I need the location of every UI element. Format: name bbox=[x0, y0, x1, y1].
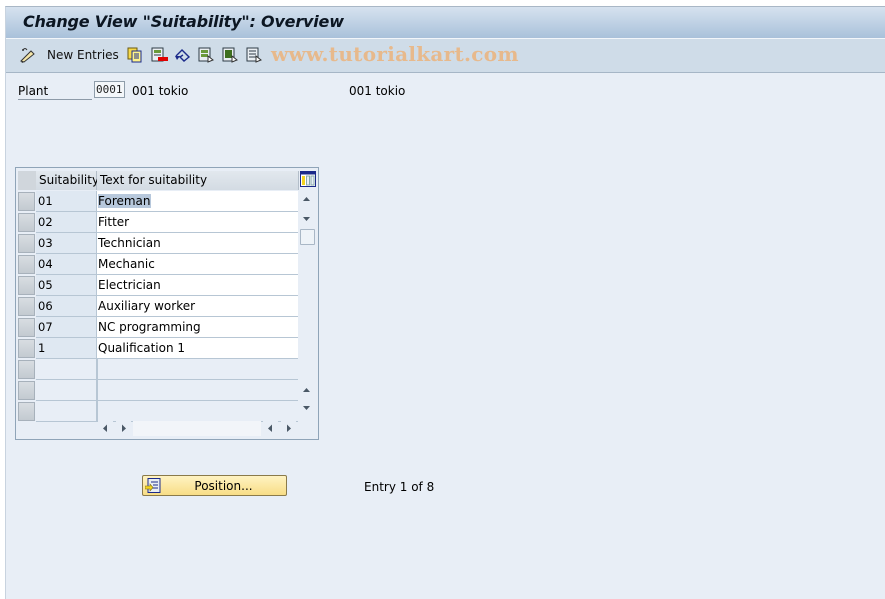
table-row[interactable]: 06 Auxiliary worker bbox=[18, 296, 298, 317]
scroll-down-button[interactable] bbox=[299, 210, 314, 227]
suitability-cell[interactable]: 04 bbox=[36, 254, 97, 275]
empty-table-row[interactable] bbox=[18, 380, 298, 401]
suitability-text-value: Qualification 1 bbox=[98, 341, 186, 355]
delete-icon[interactable] bbox=[151, 47, 169, 63]
new-entries-button[interactable]: New Entries bbox=[47, 48, 119, 62]
table-row[interactable]: 03 Technician bbox=[18, 233, 298, 254]
row-selector[interactable] bbox=[18, 381, 35, 400]
suitability-cell bbox=[36, 359, 97, 380]
row-selector[interactable] bbox=[18, 402, 35, 421]
page-up-button[interactable] bbox=[299, 381, 314, 398]
copy-as-icon[interactable] bbox=[127, 47, 143, 63]
row-selector[interactable] bbox=[18, 276, 35, 295]
suitability-value: 01 bbox=[38, 194, 53, 208]
table-row[interactable]: 05 Electrician bbox=[18, 275, 298, 296]
plant-label: Plant bbox=[18, 84, 92, 100]
suitability-cell[interactable]: 07 bbox=[36, 317, 97, 338]
suitability-text-cell[interactable]: Fitter bbox=[97, 212, 298, 233]
suitability-cell bbox=[36, 401, 97, 422]
suitability-text-cell bbox=[97, 359, 298, 380]
vertical-scrollbar-bottom bbox=[299, 381, 314, 419]
suitability-text-value: Fitter bbox=[98, 215, 130, 229]
column-header-suitability[interactable]: Suitability bbox=[36, 171, 99, 190]
table-row[interactable]: 01 Foreman bbox=[18, 191, 298, 212]
suitability-value: 1 bbox=[38, 341, 46, 355]
display-change-icon[interactable] bbox=[19, 47, 37, 63]
deselect-all-icon[interactable] bbox=[246, 47, 262, 63]
suitability-value: 02 bbox=[38, 215, 53, 229]
suitability-text-value: Electrician bbox=[98, 278, 161, 292]
suitability-text-cell[interactable]: Mechanic bbox=[97, 254, 298, 275]
empty-table-row[interactable] bbox=[18, 401, 298, 422]
table-row[interactable]: 04 Mechanic bbox=[18, 254, 298, 275]
suitability-text-value: Auxiliary worker bbox=[98, 299, 196, 313]
suitability-text-value: Foreman bbox=[98, 194, 151, 208]
row-selector[interactable] bbox=[18, 255, 35, 274]
suitability-cell[interactable]: 06 bbox=[36, 296, 97, 317]
scroll-left-end-button[interactable] bbox=[263, 421, 278, 436]
title-bar: Change View "Suitability": Overview bbox=[6, 7, 885, 39]
scroll-thumb[interactable] bbox=[300, 229, 315, 245]
scroll-right-end-button[interactable] bbox=[281, 421, 296, 436]
select-block-icon[interactable] bbox=[222, 47, 238, 63]
application-toolbar: New Entries www.tutorialkart.com bbox=[6, 39, 885, 73]
scroll-up-button[interactable] bbox=[299, 191, 314, 208]
row-selector[interactable] bbox=[18, 318, 35, 337]
empty-table-row[interactable] bbox=[18, 359, 298, 380]
table-row[interactable]: 07 NC programming bbox=[18, 317, 298, 338]
row-selector[interactable] bbox=[18, 360, 35, 379]
suitability-text-cell[interactable]: Foreman bbox=[97, 191, 298, 212]
suitability-text-cell[interactable]: Qualification 1 bbox=[97, 338, 298, 359]
position-button-label: Position... bbox=[194, 479, 253, 493]
suitability-text-cell bbox=[97, 380, 298, 401]
horizontal-scrollbar bbox=[97, 421, 299, 436]
watermark-text: www.tutorialkart.com bbox=[271, 42, 519, 66]
page-title: Change View "Suitability": Overview bbox=[23, 12, 344, 31]
row-selector[interactable] bbox=[18, 297, 35, 316]
suitability-cell[interactable]: 02 bbox=[36, 212, 97, 233]
suitability-cell[interactable]: 1 bbox=[36, 338, 97, 359]
suitability-text-cell bbox=[97, 401, 298, 422]
entry-counter: Entry 1 of 8 bbox=[364, 480, 435, 494]
suitability-cell[interactable]: 03 bbox=[36, 233, 97, 254]
suitability-value: 07 bbox=[38, 320, 53, 334]
horizontal-scroll-track[interactable] bbox=[133, 421, 261, 436]
row-selector[interactable] bbox=[18, 192, 35, 211]
scroll-left-button[interactable] bbox=[98, 421, 113, 436]
sap-window: Change View "Suitability": Overview New … bbox=[5, 6, 885, 599]
suitability-value: 04 bbox=[38, 257, 53, 271]
plant-description: 001 tokio bbox=[132, 84, 189, 98]
vertical-scrollbar-top[interactable] bbox=[299, 191, 315, 253]
suitability-value: 06 bbox=[38, 299, 53, 313]
suitability-value: 03 bbox=[38, 236, 53, 250]
suitability-text-cell[interactable]: NC programming bbox=[97, 317, 298, 338]
column-settings-icon[interactable] bbox=[300, 171, 316, 187]
table-row[interactable]: 02 Fitter bbox=[18, 212, 298, 233]
select-all-icon[interactable] bbox=[198, 47, 214, 63]
suitability-text-value: Technician bbox=[98, 236, 161, 250]
position-button[interactable]: Position... bbox=[142, 475, 287, 496]
page-down-button[interactable] bbox=[299, 400, 314, 417]
suitability-value: 05 bbox=[38, 278, 53, 292]
suitability-text-cell[interactable]: Technician bbox=[97, 233, 298, 254]
row-selector[interactable] bbox=[18, 339, 35, 358]
select-all-rows-button[interactable] bbox=[18, 171, 37, 190]
suitability-text-value: Mechanic bbox=[98, 257, 155, 271]
suitability-cell[interactable]: 05 bbox=[36, 275, 97, 296]
plant-description-right: 001 tokio bbox=[349, 84, 406, 98]
plant-input[interactable]: 0001 bbox=[94, 81, 125, 98]
scroll-right-button[interactable] bbox=[116, 421, 131, 436]
suitability-text-cell[interactable]: Auxiliary worker bbox=[97, 296, 298, 317]
undo-change-icon[interactable] bbox=[174, 47, 192, 63]
column-header-text[interactable]: Text for suitability bbox=[97, 171, 299, 190]
row-selector[interactable] bbox=[18, 234, 35, 253]
suitability-cell[interactable]: 01 bbox=[36, 191, 97, 212]
row-selector[interactable] bbox=[18, 213, 35, 232]
suitability-table: Suitability Text for suitability 01 Forem… bbox=[15, 167, 319, 440]
table-row[interactable]: 1 Qualification 1 bbox=[18, 338, 298, 359]
suitability-text-value: NC programming bbox=[98, 320, 201, 334]
suitability-text-cell[interactable]: Electrician bbox=[97, 275, 298, 296]
suitability-cell bbox=[36, 380, 97, 401]
